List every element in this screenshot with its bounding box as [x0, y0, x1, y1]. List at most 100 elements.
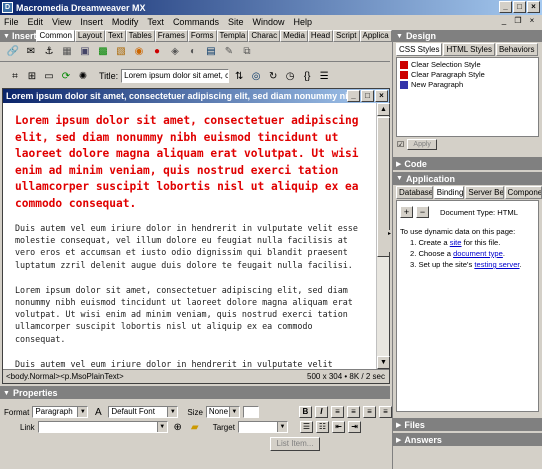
close-button[interactable]: × — [527, 1, 540, 13]
shockwave-icon[interactable]: ◈ — [168, 45, 182, 59]
point-to-file-icon[interactable]: ⊕ — [171, 420, 185, 434]
doc-window-close-button[interactable]: × — [375, 90, 388, 102]
page-title-input[interactable]: Lorem ipsum dolor sit amet, con — [121, 69, 230, 83]
align-right-button[interactable]: ≡ — [362, 406, 376, 418]
outdent-button[interactable]: ⇤ — [331, 421, 345, 433]
doc-minimize-icon[interactable]: _ — [498, 16, 510, 27]
live-data-icon[interactable]: ⟳ — [59, 69, 73, 83]
tag-chooser-icon[interactable]: ⧉ — [240, 45, 254, 59]
menu-modify[interactable]: Modify — [112, 17, 139, 27]
code-panel-header[interactable]: ▶ Code — [393, 157, 542, 170]
files-panel-header[interactable]: ▶ Files — [393, 418, 542, 431]
indent-button[interactable]: ⇥ — [347, 421, 361, 433]
link-input[interactable]: ▼ — [37, 421, 168, 433]
apply-button[interactable]: Apply — [407, 138, 438, 150]
tab-bindings[interactable]: Bindings — [433, 186, 465, 199]
refresh-icon[interactable]: ↻ — [266, 69, 280, 83]
list-item[interactable]: Clear Paragraph Style — [400, 70, 535, 80]
menu-commands[interactable]: Commands — [173, 17, 219, 27]
tab-application[interactable]: Applica — [359, 30, 392, 42]
unordered-list-button[interactable]: ☰ — [299, 421, 313, 433]
testing-server-link[interactable]: testing server — [474, 260, 519, 269]
bold-button[interactable]: B — [298, 406, 312, 418]
file-management-icon[interactable]: ⇅ — [232, 69, 246, 83]
auto-apply-checkbox[interactable]: ☑ — [397, 140, 404, 149]
application-panel-header[interactable]: ▼ Application — [393, 172, 542, 185]
answers-panel-header[interactable]: ▶ Answers — [393, 433, 542, 446]
image-icon[interactable]: ▩ — [96, 45, 110, 59]
tab-head[interactable]: Head — [307, 30, 334, 42]
date-icon[interactable]: ▤ — [204, 45, 218, 59]
body-paragraph-1[interactable]: Duis autem vel eum iriure dolor in hendr… — [15, 222, 367, 271]
menu-insert[interactable]: Insert — [80, 17, 103, 27]
server-debug-icon[interactable]: ✺ — [76, 69, 90, 83]
tab-components[interactable]: Componen — [504, 186, 542, 199]
target-select[interactable]: ▼ — [237, 421, 288, 433]
tab-tables[interactable]: Tables — [125, 30, 155, 42]
align-left-button[interactable]: ≡ — [330, 406, 344, 418]
doc-window-minimize-button[interactable]: _ — [347, 90, 360, 102]
reference-icon[interactable]: ◷ — [283, 69, 297, 83]
doc-close-icon[interactable]: × — [526, 16, 538, 27]
align-justify-button[interactable]: ≡ — [378, 406, 392, 418]
doc-window-maximize-button[interactable]: □ — [361, 90, 374, 102]
tab-databases[interactable]: Databases — [396, 186, 433, 199]
image-placeholder-icon[interactable]: ▧ — [114, 45, 128, 59]
document-design-view[interactable]: Lorem ipsum dolor sit amet, consectetuer… — [3, 103, 377, 369]
scroll-down-arrow-icon[interactable]: ▼ — [377, 356, 390, 369]
flash-icon[interactable]: ● — [150, 45, 164, 59]
menu-edit[interactable]: Edit — [28, 17, 44, 27]
format-select[interactable]: Paragraph ▼ — [32, 406, 89, 418]
site-link[interactable]: site — [450, 238, 462, 247]
tab-html-styles[interactable]: HTML Styles — [443, 43, 495, 56]
properties-header[interactable]: ▼ Properties — [0, 387, 390, 399]
font-select[interactable]: Default Font ▼ — [108, 406, 179, 418]
menu-file[interactable]: File — [4, 17, 19, 27]
tab-text[interactable]: Text — [104, 30, 126, 42]
split-view-icon[interactable]: ⊞ — [25, 69, 39, 83]
body-paragraph-3[interactable]: Duis autem vel eum iriure dolor in hendr… — [15, 358, 367, 369]
add-binding-button[interactable]: + — [400, 206, 413, 218]
body-paragraph-2[interactable]: Lorem ipsum dolor sit amet, consectetuer… — [15, 284, 367, 345]
align-center-button[interactable]: ≡ — [346, 406, 360, 418]
hyperlink-icon[interactable]: 🔗 — [6, 45, 20, 59]
doc-restore-icon[interactable]: ❐ — [512, 16, 524, 27]
tab-server-behaviors[interactable]: Server Beh — [465, 186, 504, 199]
document-type-link[interactable]: document type — [453, 249, 503, 258]
list-item[interactable]: Clear Selection Style — [400, 60, 535, 70]
italic-button[interactable]: I — [314, 406, 328, 418]
menu-text[interactable]: Text — [147, 17, 164, 27]
menu-site[interactable]: Site — [228, 17, 244, 27]
browse-folder-icon[interactable]: ▰ — [188, 420, 202, 434]
table-icon[interactable]: ▦ — [60, 45, 74, 59]
fireworks-html-icon[interactable]: ◉ — [132, 45, 146, 59]
minimize-button[interactable]: _ — [499, 1, 512, 13]
design-view-icon[interactable]: ▭ — [42, 69, 56, 83]
view-options-icon[interactable]: ☰ — [317, 69, 331, 83]
remove-binding-button[interactable]: − — [416, 206, 429, 218]
tag-selector[interactable]: <body.Normal><p.MsoPlainText> — [6, 372, 124, 381]
list-item[interactable]: New Paragraph — [400, 80, 535, 90]
scroll-up-arrow-icon[interactable]: ▲ — [377, 103, 390, 116]
menu-help[interactable]: Help — [293, 17, 312, 27]
ordered-list-button[interactable]: ☷ — [315, 421, 329, 433]
maximize-button[interactable]: □ — [513, 1, 526, 13]
preview-browser-icon[interactable]: ◎ — [249, 69, 263, 83]
code-view-icon[interactable]: ⌗ — [8, 69, 22, 83]
menu-window[interactable]: Window — [252, 17, 284, 27]
tab-common[interactable]: Common — [36, 30, 75, 42]
plugin-icon[interactable]: ◐ — [186, 45, 200, 59]
list-item-button[interactable]: List Item... — [270, 437, 320, 451]
tab-script[interactable]: Script — [333, 30, 360, 42]
tab-media[interactable]: Media — [280, 30, 308, 42]
layer-icon[interactable]: ▣ — [78, 45, 92, 59]
tab-layout[interactable]: Layout — [74, 30, 105, 42]
code-navigation-icon[interactable]: {} — [300, 69, 314, 83]
email-link-icon[interactable]: ✉ — [24, 45, 38, 59]
tab-characters[interactable]: Charac — [248, 30, 281, 42]
tab-forms[interactable]: Forms — [187, 30, 217, 42]
named-anchor-icon[interactable]: ⚓ — [42, 45, 56, 59]
tab-css-styles[interactable]: CSS Styles — [396, 43, 443, 56]
comment-icon[interactable]: ✎ — [222, 45, 236, 59]
tab-behaviors[interactable]: Behaviors — [495, 43, 538, 56]
